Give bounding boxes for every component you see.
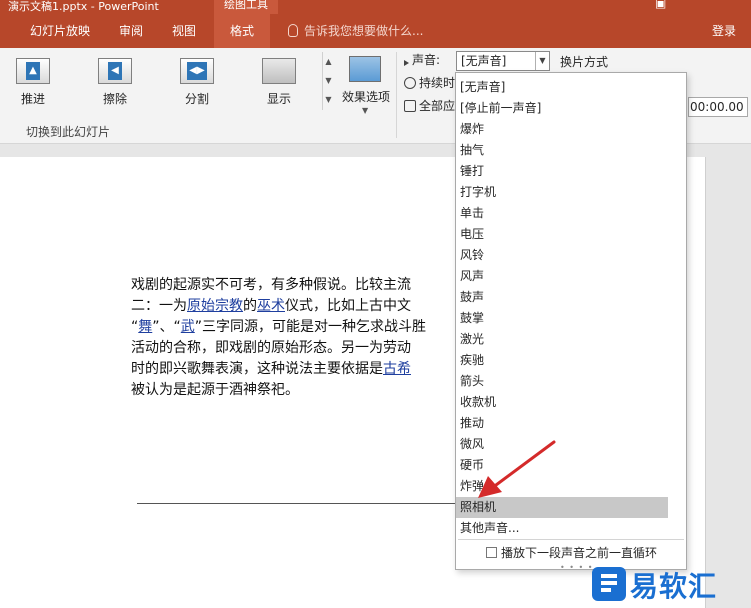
tell-me-text: 告诉我您想要做什么... [304,24,424,38]
menu-divider [458,539,684,540]
slide-hyperlink[interactable]: 巫术 [257,298,285,314]
sound-menu-item[interactable]: 爆炸 [456,119,686,140]
drawing-tools-label: 绘图工具 [214,0,278,14]
sound-select[interactable]: [无声音] ▼ [456,51,550,71]
advance-slide-label: 换片方式 [560,55,609,69]
effect-options-button[interactable]: 效果选项 ▼ [340,54,392,115]
sound-menu-item[interactable]: 打字机 [456,182,686,203]
sound-menu-item[interactable]: 收款机 [456,392,686,413]
tab-format[interactable]: 格式 [214,14,270,48]
watermark-logo-icon [592,567,626,601]
slide-hyperlink[interactable]: 武 [181,319,195,335]
split-arrows-icon: ◀▶ [180,58,214,84]
slide-text-run: 仪式，比如上古中文 [285,298,411,314]
arrow-up-icon: ▲ [16,58,50,84]
tab-review[interactable]: 审阅 [119,14,143,48]
slide-hyperlink[interactable]: 舞 [138,319,152,335]
tell-me-search[interactable]: 告诉我您想要做什么... [288,14,423,48]
transition-label: 擦除 [102,92,127,106]
slide-text-run: 戏剧的起源实不可考，有多种假说。比较主流 [131,277,411,293]
transition-label: 显示 [266,92,291,106]
slide-text-line: 活动的合称，即戏剧的原始形态。另一为劳动 [131,338,471,359]
lightbulb-icon [288,24,298,37]
annotation-arrow-icon [478,440,556,498]
slide-text-box[interactable]: 戏剧的起源实不可考，有多种假说。比较主流 二：一为原始宗教的巫术仪式，比如上古中文… [131,275,471,401]
sound-menu-item[interactable]: 鼓掌 [456,308,686,329]
gallery-scrollbar[interactable]: ▲ ▼ ▼ [322,52,334,110]
watermark-text: 易软汇 [630,570,718,603]
sound-menu-item[interactable]: 推动 [456,413,686,434]
group-label-transitions: 切换到此幻灯片 [26,125,111,139]
chevron-down-icon[interactable]: ▼ [535,52,549,70]
transition-label: 推进 [20,92,45,106]
ribbon-tab-bar: 幻灯片放映 审阅 视图 格式 告诉我您想要做什么... 登录 [0,14,751,48]
apply-all-icon [404,100,416,112]
duration-label: 持续时 [419,76,456,90]
sound-menu-item[interactable]: [停止前一声音] [456,98,686,119]
sound-menu-item[interactable]: 锤打 [456,161,686,182]
slide-text-run: 被认为是起源于酒神祭祀。 [131,382,299,398]
loop-until-next-option[interactable]: 播放下一段声音之前一直循环 [486,543,657,563]
sound-menu-item[interactable]: 风声 [456,266,686,287]
duration-row: 持续时 [404,74,455,92]
sound-menu-item[interactable]: 其他声音... [456,518,686,539]
scroll-up-icon[interactable]: ▲ [323,52,334,71]
slide-hyperlink[interactable]: 古希 [383,361,411,377]
sound-menu-item[interactable]: [无声音] [456,77,686,98]
scroll-down-icon[interactable]: ▼ [323,71,334,90]
effect-options-icon [349,56,381,82]
resize-grip-icon[interactable]: • • • • [560,563,594,572]
speaker-icon [404,60,409,66]
transition-push[interactable]: ▲ 推进 [0,54,60,108]
after-time-input[interactable]: 00:00.00 [688,97,748,117]
sound-menu-item[interactable]: 单击 [456,203,686,224]
reveal-icon [262,58,296,84]
effect-options-label: 效果选项 [341,90,390,104]
slide-text-line: “舞”、“武”三字同源，可能是对一种乞求战斗胜 [131,317,471,338]
transition-gallery: ▲ 推进 ◀ 擦除 ◀▶ 分割 显示 ▲ ▼ ▼ [0,48,336,114]
transition-reveal[interactable]: 显示 [246,54,306,108]
watermark: 易软汇 [592,563,751,608]
apply-all-row[interactable]: 全部应 [404,97,455,115]
slide-text-line: 时的即兴歌舞表演，这种说法主要依据是古希 [131,359,471,380]
slide-text-line: 二：一为原始宗教的巫术仪式，比如上古中文 [131,296,471,317]
restore-window-icon[interactable]: ▣ [655,0,669,10]
sound-menu-item[interactable]: 激光 [456,329,686,350]
sound-menu-item[interactable]: 箭头 [456,371,686,392]
apply-all-label: 全部应 [419,99,456,113]
slide-text-run: 二：一为 [131,298,187,314]
transition-label: 分割 [184,92,209,106]
clock-icon [404,77,416,89]
chevron-down-icon: ▼ [362,106,369,115]
slide-text-run: 时的即兴歌舞表演，这种说法主要依据是 [131,361,383,377]
arrow-left-icon: ◀ [98,58,132,84]
slide-text-run: 的 [243,298,257,314]
slide-text-run: ”三字同源，可能是对一种乞求战斗胜 [194,319,427,335]
tab-view[interactable]: 视图 [172,14,196,48]
window-title: 演示文稿1.pptx - PowerPoint [8,0,159,13]
slide-text-run: 活动的合称，即戏剧的原始形态。另一为劳动 [131,340,411,356]
sound-menu-item[interactable]: 鼓声 [456,287,686,308]
sound-menu-item[interactable]: 电压 [456,224,686,245]
slide-text-run: ”、“ [152,319,181,335]
transition-split[interactable]: ◀▶ 分割 [164,54,224,108]
slide-text-line: 被认为是起源于酒神祭祀。 [131,380,471,401]
tab-slideshow[interactable]: 幻灯片放映 [30,14,90,48]
login-link[interactable]: 登录 [712,14,736,48]
title-bar: 演示文稿1.pptx - PowerPoint 绘图工具 ▣ [0,0,751,14]
sound-menu-item[interactable]: 疾驰 [456,350,686,371]
loop-label: 播放下一段声音之前一直循环 [501,546,658,560]
slide-text-line: 戏剧的起源实不可考，有多种假说。比较主流 [131,275,471,296]
sound-select-value: [无声音] [461,54,507,68]
loop-checkbox[interactable] [486,547,497,558]
slide-hyperlink[interactable]: 原始宗教 [187,298,243,314]
sound-row: 声音: [404,51,440,69]
sound-menu-item[interactable]: 抽气 [456,140,686,161]
transition-wipe[interactable]: ◀ 擦除 [82,54,142,108]
sound-label: 声音: [412,53,441,67]
group-divider [396,52,397,138]
slide-line-shape[interactable] [137,503,457,504]
gallery-more-icon[interactable]: ▼ [323,90,334,109]
sound-menu-item[interactable]: 风铃 [456,245,686,266]
